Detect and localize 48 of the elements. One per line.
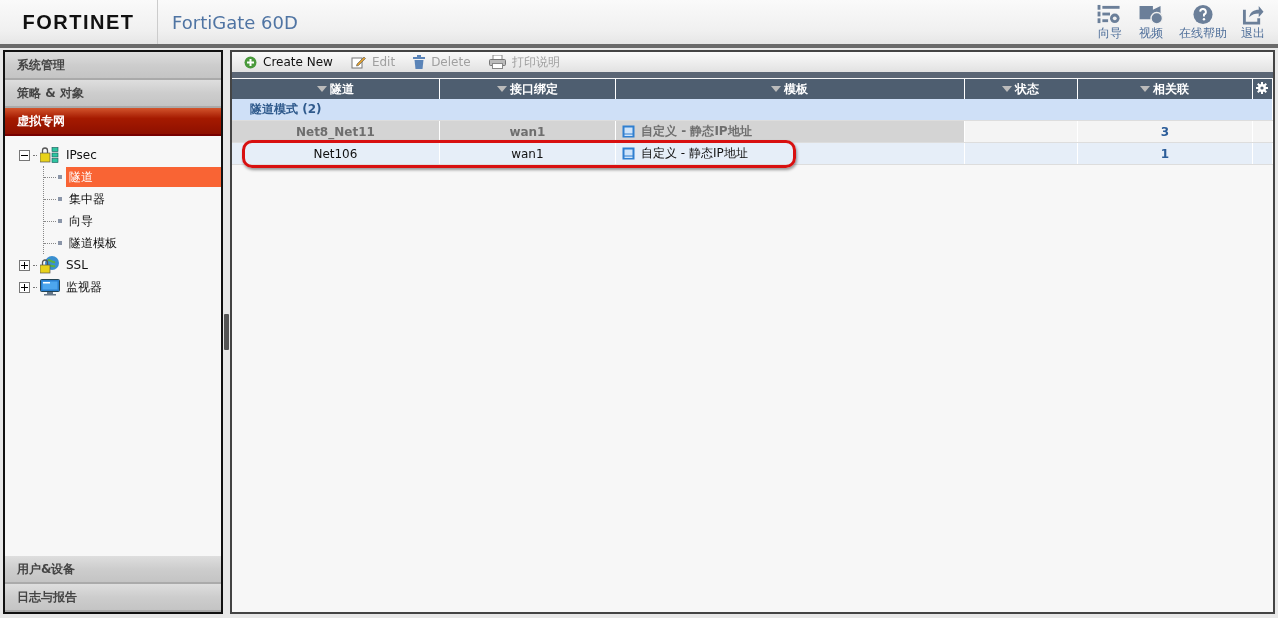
tree-item[interactable]: 隧道模板 bbox=[66, 233, 221, 253]
lock-globe-icon bbox=[40, 256, 60, 274]
template-icon bbox=[622, 124, 636, 138]
tree-item[interactable]: 集中器 bbox=[66, 189, 221, 209]
tree-item[interactable]: IPsec bbox=[63, 147, 100, 163]
settings-button[interactable] bbox=[1252, 79, 1273, 99]
help-icon bbox=[1192, 4, 1214, 25]
brand-logo: FORTINET bbox=[22, 10, 135, 34]
monitor-icon bbox=[40, 278, 60, 296]
column-header[interactable]: 模板 bbox=[615, 79, 965, 99]
table-cell: 自定义 - 静态IP地址 bbox=[615, 142, 965, 165]
lock-network-icon bbox=[40, 147, 60, 163]
steps-gear-icon bbox=[1097, 4, 1123, 25]
wizard-button[interactable]: 向导 bbox=[1097, 0, 1123, 44]
table-cell: Net106 bbox=[232, 142, 440, 165]
tree-item[interactable]: SSL bbox=[63, 257, 91, 273]
splitter-handle[interactable] bbox=[224, 314, 229, 350]
create-new-button[interactable]: Create New bbox=[244, 55, 333, 69]
column-header[interactable]: 相关联 bbox=[1077, 79, 1253, 99]
tree-item[interactable]: 监视器 bbox=[63, 277, 105, 297]
column-header[interactable]: 状态 bbox=[964, 79, 1078, 99]
table-cell: wan1 bbox=[439, 142, 616, 165]
table-cell: 3 bbox=[1077, 120, 1253, 143]
pencil-icon bbox=[350, 55, 366, 69]
video-button[interactable]: 视频 bbox=[1137, 0, 1165, 44]
expand-icon[interactable] bbox=[19, 281, 30, 293]
menu-section[interactable]: 日志与报告 bbox=[5, 584, 221, 612]
column-header[interactable]: 隧道 bbox=[232, 79, 440, 99]
help-button[interactable]: 在线帮助 bbox=[1179, 0, 1227, 44]
printer-icon bbox=[488, 55, 506, 69]
trash-icon bbox=[413, 55, 426, 69]
table-cell: 1 bbox=[1077, 142, 1253, 165]
group-header[interactable]: 隧道模式 (2) bbox=[232, 99, 1273, 121]
menu-section[interactable]: 虚拟专网 bbox=[5, 108, 221, 136]
column-header[interactable]: 接口绑定 bbox=[439, 79, 616, 99]
menu-section[interactable]: 策略 & 对象 bbox=[5, 80, 221, 108]
template-icon bbox=[622, 146, 636, 160]
menu-section[interactable]: 系统管理 bbox=[5, 52, 221, 80]
tree-item[interactable]: 向导 bbox=[66, 211, 221, 231]
expand-icon[interactable] bbox=[19, 259, 30, 271]
add-icon bbox=[244, 55, 257, 69]
share-arrow-icon bbox=[1241, 4, 1265, 25]
device-title: FortiGate 60D bbox=[172, 11, 298, 33]
collapse-icon[interactable] bbox=[19, 149, 30, 161]
gear-icon bbox=[1256, 81, 1269, 94]
logout-button[interactable]: 退出 bbox=[1241, 0, 1265, 44]
camera-icon bbox=[1137, 4, 1165, 25]
menu-section[interactable]: 用户&设备 bbox=[5, 556, 221, 584]
